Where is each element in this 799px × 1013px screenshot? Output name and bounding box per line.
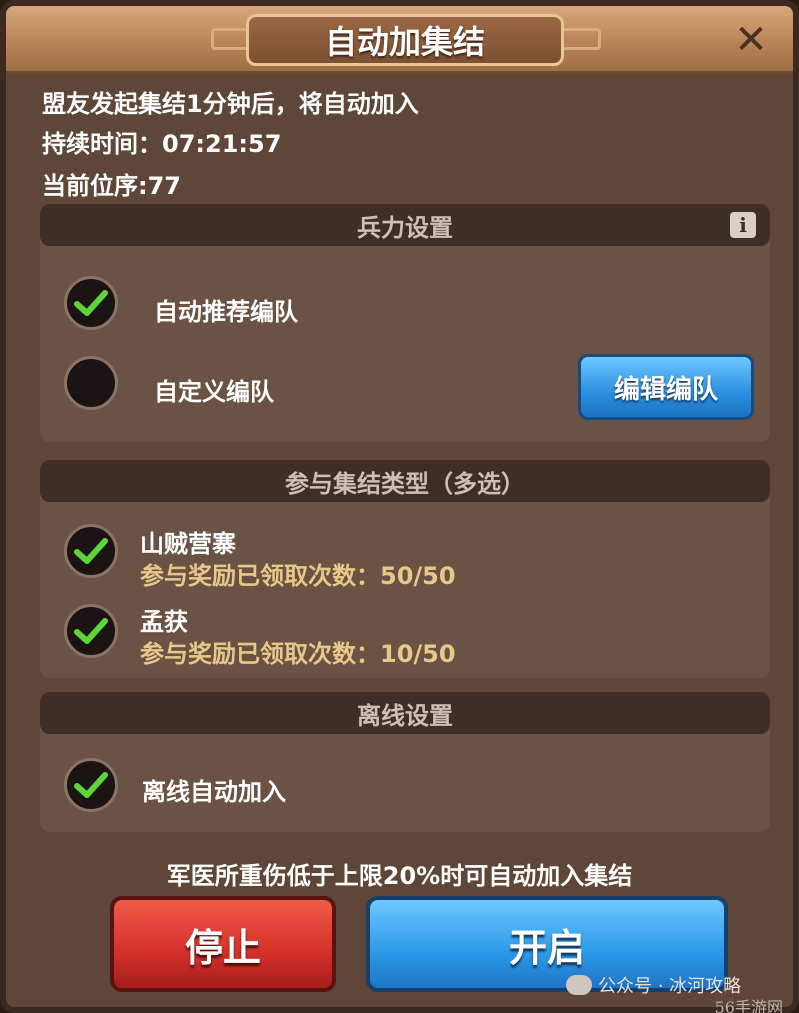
checkmark-icon [74,772,108,798]
title-ornament-right [561,28,601,50]
offline-settings-header: 离线设置 [40,692,770,734]
troop-settings-title: 兵力设置 [357,213,453,242]
checkmark-icon [74,290,108,316]
duration-text: 持续时间：07:21:57 [42,130,282,158]
bandit-camp-reward-count: 参与奖励已领取次数：50/50 [140,562,456,590]
wechat-icon [566,975,592,995]
title-ornament-left [211,28,251,50]
close-icon[interactable]: ✕ [731,20,771,60]
rally-types-title: 参与集结类型（多选） [285,469,525,498]
site-watermark: 56手游网 [714,998,783,1013]
auto-formation-label: 自动推荐编队 [154,298,298,326]
offline-auto-join-label: 离线自动加入 [142,778,286,806]
menghuo-checkbox[interactable] [64,604,118,658]
info-icon[interactable]: i [730,212,756,238]
hospital-notice: 军医所重伤低于上限20%时可自动加入集结 [166,862,633,890]
auto-formation-checkbox[interactable] [64,276,118,330]
edit-formation-button[interactable]: 编辑编队 [578,354,754,420]
rally-types-header: 参与集结类型（多选） [40,460,770,502]
rally-rule-text: 盟友发起集结1分钟后，将自动加入 [42,90,419,118]
troop-settings-header: 兵力设置 i [40,204,770,246]
auto-rally-dialog: 自动加集结 ✕ 盟友发起集结1分钟后，将自动加入 持续时间：07:21:57 当… [0,0,799,1013]
offline-settings-title: 离线设置 [357,701,453,730]
menghuo-reward-count: 参与奖励已领取次数：10/50 [140,640,456,668]
title-plaque: 自动加集结 [246,14,564,66]
custom-formation-label: 自定义编队 [154,378,274,406]
bandit-camp-label: 山贼营寨 [140,530,236,558]
menghuo-label: 孟获 [140,608,188,636]
checkmark-icon [74,618,108,644]
dialog-title: 自动加集结 [324,23,485,61]
checkmark-icon [74,538,108,564]
stop-button[interactable]: 停止 [110,896,336,992]
offline-auto-join-checkbox[interactable] [64,758,118,812]
custom-formation-checkbox[interactable] [64,356,118,410]
queue-position-text: 当前位序:77 [42,172,181,200]
bandit-camp-checkbox[interactable] [64,524,118,578]
title-bar: 自动加集结 ✕ [6,6,793,74]
offline-settings-section: 离线设置 [40,692,770,832]
